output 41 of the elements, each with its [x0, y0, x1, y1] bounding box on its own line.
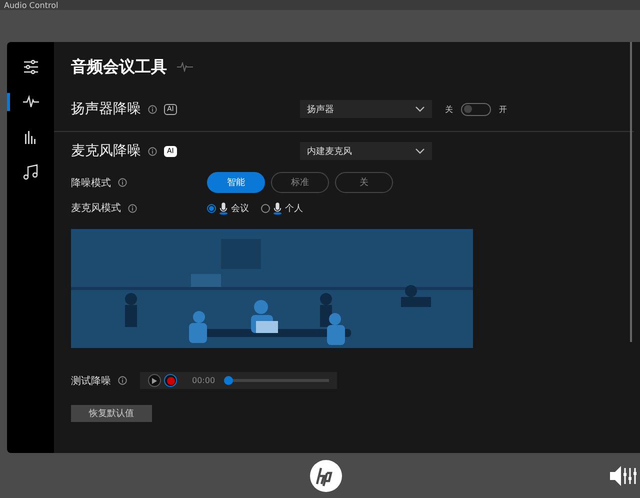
radio-button[interactable] — [207, 204, 216, 212]
music-note-icon[interactable] — [22, 164, 38, 180]
waveform-icon[interactable] — [22, 94, 38, 108]
slider-thumb[interactable] — [224, 376, 234, 385]
info-icon[interactable] — [118, 178, 127, 187]
info-icon[interactable] — [148, 104, 157, 114]
mode-button[interactable]: 关 — [335, 172, 393, 193]
speaker-dropdown[interactable]: 扬声器 — [300, 100, 432, 118]
chevron-down-icon — [415, 148, 425, 154]
info-icon[interactable] — [148, 146, 157, 156]
time-label: 00:00 — [192, 376, 216, 385]
logo-icon — [310, 460, 342, 492]
chevron-down-icon — [415, 106, 425, 112]
info-icon[interactable] — [128, 204, 137, 212]
mic-mode-option[interactable]: 个人 — [261, 202, 303, 214]
play-button[interactable] — [148, 374, 161, 387]
test-noise-label: 测试降噪 — [71, 374, 111, 388]
mic-mode-label: 麦克风模式 — [71, 202, 121, 215]
mode-button[interactable]: 标准 — [271, 172, 329, 193]
speaker-noise-reduction-label: 扬声器降噪 — [71, 100, 141, 118]
microphone-icon — [219, 202, 228, 214]
mic-mode-option[interactable]: 会议 — [207, 202, 249, 214]
play-icon — [152, 378, 157, 384]
microphone-icon — [273, 202, 282, 214]
microphone-dropdown[interactable]: 内建麦克风 — [300, 142, 432, 160]
mic-noise-reduction-label: 麦克风降噪 — [71, 142, 141, 160]
page-title: 音频会议工具 — [71, 56, 167, 78]
noise-mode-label: 降噪模式 — [71, 176, 111, 190]
on-label: 开 — [499, 104, 507, 114]
record-icon — [166, 376, 174, 384]
off-label: 关 — [445, 104, 453, 114]
sliders-icon[interactable] — [22, 60, 38, 74]
equalizer-icon[interactable] — [24, 131, 35, 144]
toggle-switch[interactable] — [461, 102, 491, 116]
window-title: Audio Control — [4, 2, 58, 10]
mode-button[interactable]: 智能 — [207, 172, 265, 193]
reset-defaults-button[interactable]: 恢复默认值 — [71, 405, 152, 422]
waveform-icon — [177, 62, 193, 72]
radio-button[interactable] — [261, 204, 270, 212]
info-icon[interactable] — [118, 376, 127, 385]
record-button[interactable] — [164, 374, 177, 387]
